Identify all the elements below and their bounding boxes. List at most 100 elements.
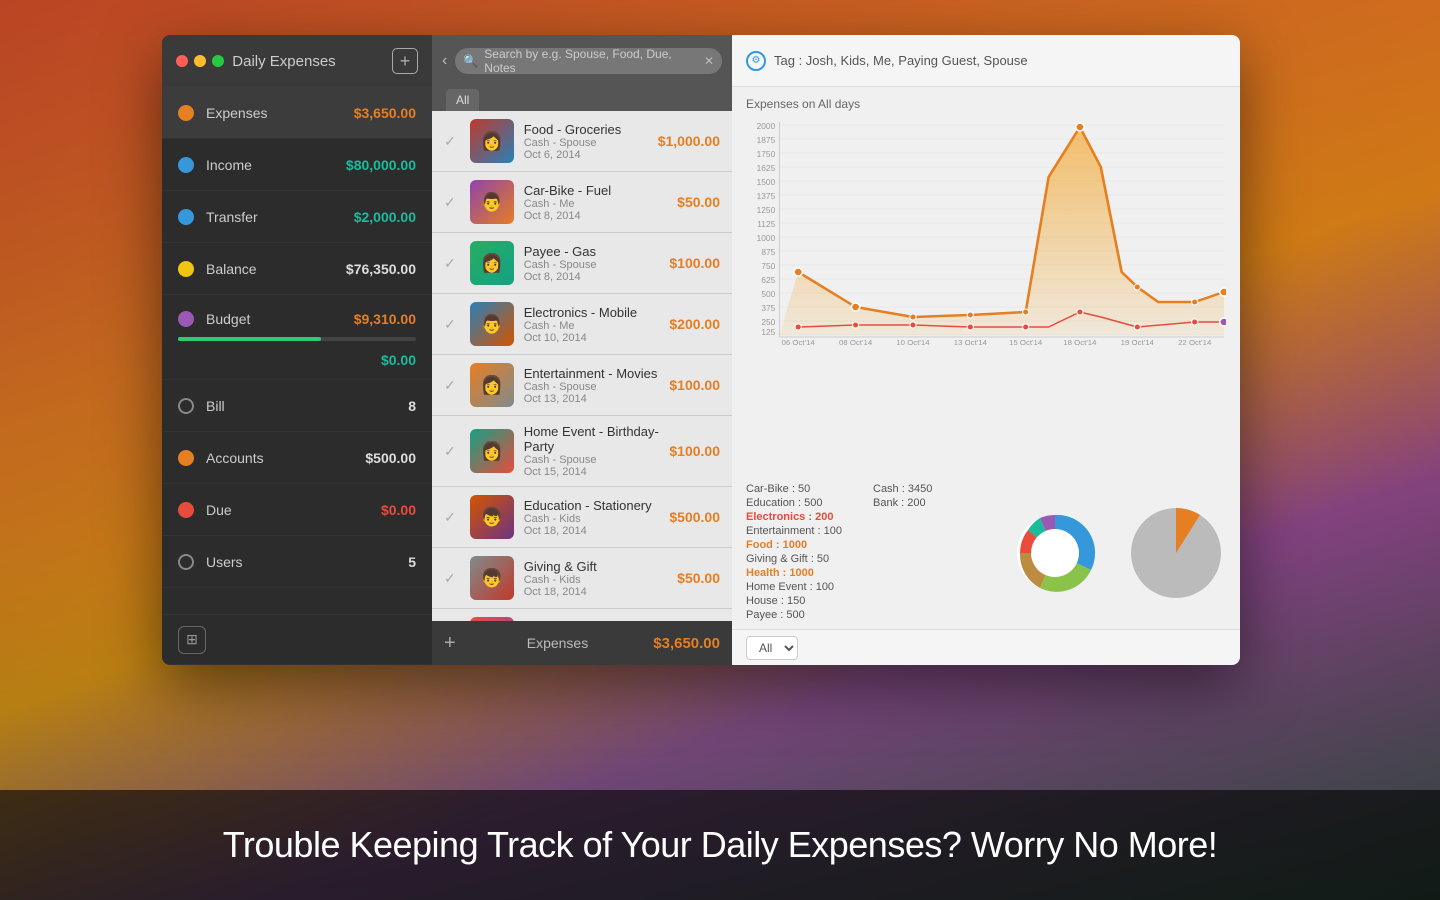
footer-total: $3,650.00 xyxy=(653,635,720,652)
expense-sub: Cash - Spouse xyxy=(524,137,648,149)
expense-amount: $50.00 xyxy=(677,194,720,210)
expense-sub: Cash - Me xyxy=(524,320,660,332)
expense-name: Giving & Gift xyxy=(524,559,667,574)
balance-value: $76,350.00 xyxy=(346,261,416,277)
sidebar-item-income[interactable]: Income $80,000.00 xyxy=(162,139,432,191)
sidebar-item-balance[interactable]: Balance $76,350.00 xyxy=(162,243,432,295)
expense-amount: $100.00 xyxy=(669,377,720,393)
settings-icon: ⊞ xyxy=(178,626,206,654)
sidebar: Daily Expenses + Expenses $3,650.00 Inco… xyxy=(162,35,432,665)
expense-item[interactable]: ✓ 👦 Giving & Gift Cash - Kids Oct 18, 20… xyxy=(432,548,732,609)
expense-date: Oct 15, 2014 xyxy=(524,466,660,478)
expense-list: ✓ 👩 Food - Groceries Cash - Spouse Oct 6… xyxy=(432,111,732,621)
sidebar-item-transfer[interactable]: Transfer $2,000.00 xyxy=(162,191,432,243)
legend-payee: Payee : 500 xyxy=(746,609,853,621)
expense-item[interactable]: ✓ 👩 Food - Groceries Cash - Spouse Oct 6… xyxy=(432,111,732,172)
svg-text:1000: 1000 xyxy=(757,234,776,243)
nav-back-arrow[interactable]: ‹ xyxy=(442,52,447,70)
add-button[interactable]: + xyxy=(392,48,418,74)
budget-value: $9,310.00 xyxy=(354,311,416,327)
search-placeholder: Search by e.g. Spouse, Food, Due, Notes xyxy=(484,47,698,75)
svg-text:125: 125 xyxy=(761,328,775,337)
expense-item[interactable]: ✓ 👩 Payee - Gas Cash - Spouse Oct 8, 201… xyxy=(432,233,732,294)
expense-item[interactable]: ✓ 👦 Education - Stationery Cash - Kids O… xyxy=(432,487,732,548)
expense-sub: Cash - Spouse xyxy=(524,381,660,393)
expense-avatar: 👩 xyxy=(470,363,514,407)
chart-title: Expenses on All days xyxy=(746,97,1226,111)
dropdown-bar: All xyxy=(732,629,1240,665)
svg-text:1750: 1750 xyxy=(757,150,776,159)
transfer-value: $2,000.00 xyxy=(354,209,416,225)
legend-food: Food : 1000 xyxy=(746,539,853,551)
maximize-button[interactable] xyxy=(212,55,224,67)
sidebar-item-expenses[interactable]: Expenses $3,650.00 xyxy=(162,87,432,139)
users-count: 5 xyxy=(408,554,416,570)
close-button[interactable] xyxy=(176,55,188,67)
footer-add-icon[interactable]: + xyxy=(444,632,456,655)
search-icon: 🔍 xyxy=(463,54,478,68)
expense-avatar: 👨 xyxy=(470,302,514,346)
budget-zero-row: $0.00 xyxy=(178,345,416,375)
expense-amount: $200.00 xyxy=(669,316,720,332)
legend-entertainment: Entertainment : 100 xyxy=(746,525,853,537)
sidebar-item-due[interactable]: Due $0.00 xyxy=(162,484,432,536)
legend-house: House : 150 xyxy=(746,595,853,607)
tag-icon: ⚙ xyxy=(746,51,766,71)
search-clear-icon[interactable]: ✕ xyxy=(704,54,714,68)
check-mark: ✓ xyxy=(444,570,456,587)
minimize-button[interactable] xyxy=(194,55,206,67)
check-mark: ✓ xyxy=(444,377,456,394)
legend-homeevent: Home Event : 100 xyxy=(746,581,853,593)
due-dot xyxy=(178,502,194,518)
check-mark: ✓ xyxy=(444,443,456,460)
expense-item[interactable]: ✓ 👨 Car-Bike - Fuel Cash - Me Oct 8, 201… xyxy=(432,172,732,233)
expense-item[interactable]: ✓ 👩 Health - Medical Cash - Spouse Oct 1… xyxy=(432,609,732,621)
expense-sub: Cash - Spouse xyxy=(524,454,660,466)
data-section: Car-Bike : 50 Education : 500 Electronic… xyxy=(732,477,1240,629)
expense-amount: $100.00 xyxy=(669,255,720,271)
sidebar-item-users[interactable]: Users 5 xyxy=(162,536,432,588)
avatar-image: 👩 xyxy=(470,429,514,473)
budget-dot xyxy=(178,311,194,327)
svg-text:1125: 1125 xyxy=(757,220,775,229)
expense-amount: $50.00 xyxy=(677,570,720,586)
legend-health: Health : 1000 xyxy=(746,567,853,579)
check-mark: ✓ xyxy=(444,255,456,272)
budget-row: Budget $9,310.00 xyxy=(178,303,416,335)
check-mark: ✓ xyxy=(444,194,456,211)
expense-avatar: 👩 xyxy=(470,119,514,163)
sidebar-bottom: ⊞ xyxy=(162,614,432,665)
transfer-dot xyxy=(178,209,194,225)
tab-all[interactable]: All xyxy=(446,89,479,111)
expense-info: Giving & Gift Cash - Kids Oct 18, 2014 xyxy=(524,559,667,598)
svg-text:500: 500 xyxy=(761,290,775,299)
expense-item[interactable]: ✓ 👩 Home Event - Birthday-Party Cash - S… xyxy=(432,416,732,487)
sidebar-item-accounts[interactable]: Accounts $500.00 xyxy=(162,432,432,484)
legend-cash: Cash : 3450 xyxy=(873,483,980,495)
right-panel: ⚙ Tag : Josh, Kids, Me, Paying Guest, Sp… xyxy=(732,35,1240,665)
expense-date: Oct 6, 2014 xyxy=(524,149,648,161)
balance-label: Balance xyxy=(206,261,346,277)
svg-text:1500: 1500 xyxy=(757,178,776,187)
svg-text:1625: 1625 xyxy=(757,164,776,173)
legend-bank: Bank : 200 xyxy=(873,497,980,509)
filter-dropdown[interactable]: All xyxy=(746,636,798,660)
traffic-lights xyxy=(176,55,224,67)
tool-icon-item[interactable]: ⊞ xyxy=(162,615,432,665)
svg-text:10 Oct'14: 10 Oct'14 xyxy=(896,338,930,347)
sidebar-item-bill[interactable]: Bill 8 xyxy=(162,380,432,432)
expense-date: Oct 8, 2014 xyxy=(524,271,660,283)
middle-panel: ‹ 🔍 Search by e.g. Spouse, Food, Due, No… xyxy=(432,35,732,665)
avatar-image: 👦 xyxy=(470,556,514,600)
expense-name: Electronics - Mobile xyxy=(524,305,660,320)
expense-avatar: 👦 xyxy=(470,495,514,539)
expense-info: Electronics - Mobile Cash - Me Oct 10, 2… xyxy=(524,305,660,344)
expenses-dot xyxy=(178,105,194,121)
budget-section: Budget $9,310.00 $0.00 xyxy=(162,295,432,380)
avatar-image: 👩 xyxy=(470,363,514,407)
search-bar[interactable]: 🔍 Search by e.g. Spouse, Food, Due, Note… xyxy=(455,48,722,74)
expense-item[interactable]: ✓ 👩 Entertainment - Movies Cash - Spouse… xyxy=(432,355,732,416)
expense-avatar: 👩 xyxy=(470,241,514,285)
expense-info: Education - Stationery Cash - Kids Oct 1… xyxy=(524,498,660,537)
expense-item[interactable]: ✓ 👨 Electronics - Mobile Cash - Me Oct 1… xyxy=(432,294,732,355)
